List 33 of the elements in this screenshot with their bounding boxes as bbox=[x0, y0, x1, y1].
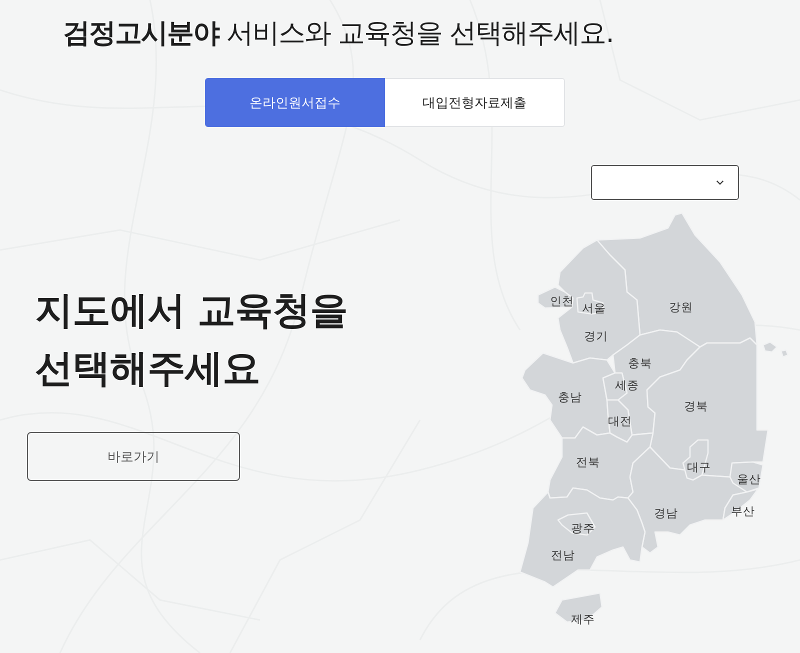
island-shape bbox=[762, 341, 778, 353]
region-label: 전남 bbox=[551, 548, 575, 562]
region-shape[interactable] bbox=[606, 399, 633, 443]
island-shape bbox=[780, 349, 789, 358]
region-label: 경북 bbox=[684, 399, 708, 413]
region-label: 부산 bbox=[731, 504, 755, 518]
region-label: 전북 bbox=[576, 455, 600, 469]
region-label: 대구 bbox=[687, 460, 711, 474]
service-tab[interactable]: 온라인원서접수 bbox=[205, 78, 385, 127]
region-label: 광주 bbox=[571, 521, 595, 535]
region-select-field[interactable] bbox=[591, 165, 739, 200]
region-label: 경남 bbox=[654, 506, 678, 520]
region-shape[interactable] bbox=[722, 488, 759, 521]
region-label: 인천 bbox=[550, 294, 574, 308]
page-title: 검정고시분야 서비스와 교육청을 선택해주세요. bbox=[62, 17, 614, 51]
region-label: 대전 bbox=[608, 414, 632, 428]
chevron-down-icon bbox=[716, 180, 724, 185]
region-shape[interactable] bbox=[576, 292, 604, 315]
map-instruction-heading: 지도에서 교육청을 선택해주세요 bbox=[35, 287, 349, 392]
region-shape[interactable] bbox=[554, 592, 603, 623]
region-label: 제주 bbox=[571, 612, 595, 626]
region-shape[interactable] bbox=[557, 512, 596, 536]
region-label: 충북 bbox=[628, 356, 652, 370]
region-shape[interactable] bbox=[682, 439, 709, 481]
service-tab[interactable]: 대입전형자료제출 bbox=[385, 78, 565, 127]
region-label: 강원 bbox=[669, 300, 693, 314]
region-label: 서울 bbox=[582, 301, 606, 315]
region-shape[interactable] bbox=[729, 461, 764, 493]
region-label: 충남 bbox=[558, 390, 582, 404]
region-label: 세종 bbox=[615, 378, 639, 392]
shortcut-button[interactable]: 바로가기 bbox=[27, 432, 240, 481]
region-label: 경기 bbox=[584, 329, 608, 343]
region-label: 울산 bbox=[737, 472, 761, 486]
